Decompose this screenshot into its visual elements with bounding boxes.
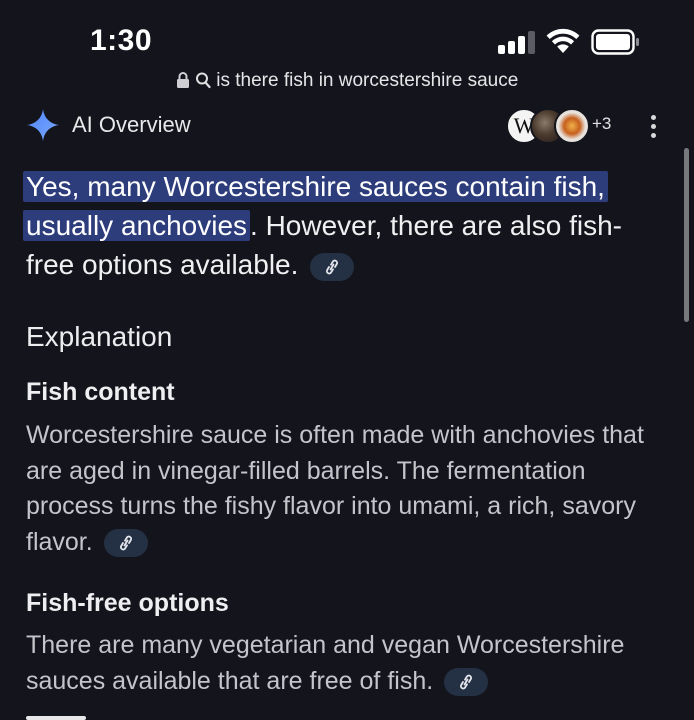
more-options-icon[interactable] xyxy=(648,115,660,139)
fish-content-link-button[interactable] xyxy=(103,528,148,557)
next-heading-clipped xyxy=(26,708,86,720)
ai-overview-title: AI Overview xyxy=(72,112,191,137)
url-query: is there fish in worcestershire sauce xyxy=(216,70,519,91)
sparkle-icon xyxy=(27,109,59,141)
answer-link-button[interactable] xyxy=(310,252,355,281)
sources-button[interactable]: W +3 xyxy=(506,108,646,144)
status-bar: 1:30 xyxy=(0,0,694,70)
scroll-indicator[interactable] xyxy=(684,148,689,322)
link-icon xyxy=(460,674,473,690)
cellular-signal-icon xyxy=(498,30,538,54)
fish-content-heading: Fish content xyxy=(26,378,175,406)
answer-highlight-line2: usually anchovies xyxy=(23,210,251,241)
search-icon xyxy=(195,72,211,89)
link-icon xyxy=(326,259,339,274)
fish-free-body: There are many vegetarian and vegan Worc… xyxy=(26,631,625,695)
fish-content-text: Worcestershire sauce is often made with … xyxy=(26,418,671,560)
explanation-heading: Explanation xyxy=(26,321,173,352)
battery-icon xyxy=(591,29,639,55)
food-icon xyxy=(554,108,590,144)
lock-icon xyxy=(176,72,189,88)
sources-more-count: +3 xyxy=(592,114,612,133)
ai-overview-header: AI Overview W +3 xyxy=(0,100,694,150)
answer-highlight-line1: Yes, many Worcestershire sauces contain … xyxy=(23,171,608,202)
status-time: 1:30 xyxy=(90,24,153,57)
fish-free-text: There are many vegetarian and vegan Worc… xyxy=(26,628,671,699)
wifi-icon xyxy=(546,28,580,53)
url-bar[interactable]: is there fish in worcestershire sauce xyxy=(0,64,694,98)
fish-free-link-button[interactable] xyxy=(444,667,489,696)
link-icon xyxy=(119,535,132,551)
fish-free-heading: Fish-free options xyxy=(26,589,229,617)
ai-answer: Yes, many Worcestershire sauces contain … xyxy=(23,167,666,284)
